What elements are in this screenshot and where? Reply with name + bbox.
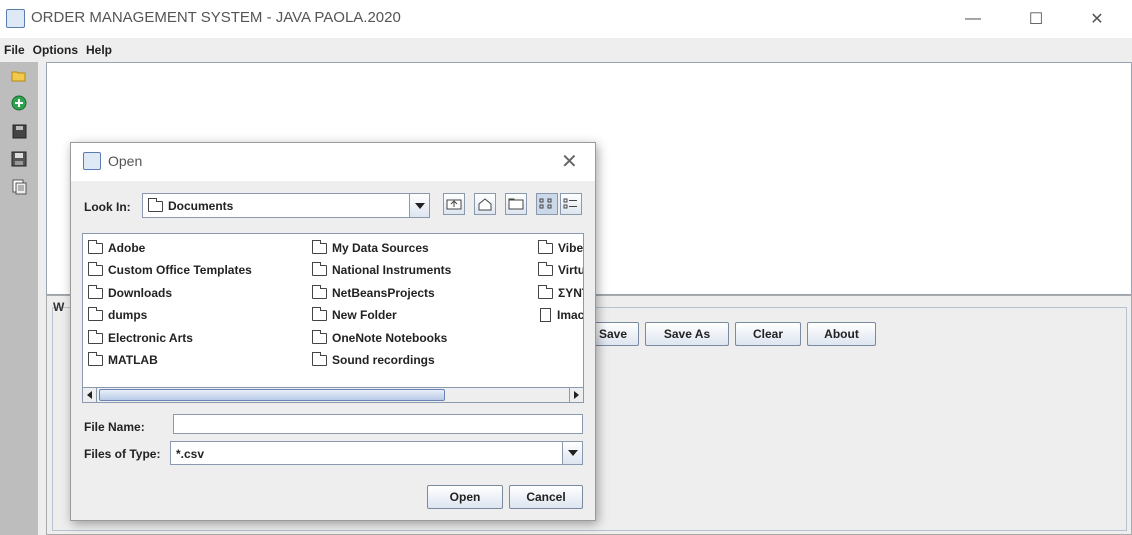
list-item[interactable]: Virtu — [538, 261, 583, 279]
folder-icon — [312, 239, 327, 254]
maximize-button[interactable]: ☐ — [1013, 0, 1059, 38]
new-folder-icon — [508, 198, 524, 210]
list-item[interactable]: Electronic Arts — [88, 329, 193, 347]
open-button[interactable]: Open — [427, 485, 503, 509]
open-folder-button[interactable] — [3, 64, 35, 86]
minimize-button[interactable]: — — [950, 0, 996, 38]
dialog-close-icon[interactable]: ✕ — [561, 149, 578, 174]
list-item[interactable]: Vibe — [538, 239, 583, 257]
vertical-toolbar — [0, 62, 38, 535]
look-in-value: Documents — [168, 199, 234, 213]
java-app-icon — [83, 152, 101, 170]
dialog-title: Open — [108, 153, 143, 169]
folder-icon — [312, 351, 327, 366]
scroll-right-button[interactable] — [569, 388, 583, 402]
details-view-button[interactable] — [560, 193, 582, 215]
add-button[interactable] — [3, 92, 35, 114]
up-folder-icon — [446, 199, 462, 210]
scrollbar-thumb[interactable] — [99, 389, 445, 401]
details-view-icon — [563, 198, 577, 209]
folder-icon — [88, 329, 103, 344]
save-as-button[interactable] — [3, 148, 35, 170]
folder-icon — [88, 239, 103, 254]
file-name-input[interactable] — [173, 414, 583, 434]
save-icon — [12, 124, 26, 138]
chevron-down-icon — [409, 194, 429, 217]
clear-button[interactable]: Clear — [735, 322, 801, 346]
home-button[interactable] — [474, 193, 496, 215]
files-of-type-value: *.csv — [176, 447, 205, 461]
file-icon — [540, 308, 551, 322]
menu-options[interactable]: Options — [29, 38, 82, 62]
open-folder-icon — [11, 71, 26, 81]
list-view-button[interactable] — [536, 193, 558, 215]
list-item[interactable]: Custom Office Templates — [88, 261, 252, 279]
open-file-dialog: Open ✕ Look In: Documents Adobe Custom O… — [70, 142, 596, 521]
folder-icon — [312, 306, 327, 321]
list-item[interactable]: ΣΥΝΤ — [538, 284, 583, 302]
list-item[interactable]: My Data Sources — [312, 239, 429, 257]
up-one-level-button[interactable] — [443, 193, 465, 215]
save-button[interactable] — [3, 120, 35, 142]
list-item[interactable]: OneNote Notebooks — [312, 329, 447, 347]
new-folder-button[interactable] — [505, 193, 527, 215]
horizontal-scrollbar[interactable] — [82, 387, 584, 403]
home-icon — [478, 198, 492, 211]
file-name-label: File Name: — [84, 420, 145, 434]
add-icon — [11, 95, 27, 111]
look-in-label: Look In: — [84, 200, 131, 214]
close-button[interactable]: ✕ — [1074, 0, 1120, 38]
menu-bar: File Options Help — [0, 38, 1132, 62]
save-as-icon — [11, 151, 27, 167]
folder-icon — [88, 261, 103, 276]
list-item[interactable]: MATLAB — [88, 351, 158, 369]
window-title-bar: ORDER MANAGEMENT SYSTEM - JAVA PAOLA.202… — [0, 0, 1132, 38]
folder-icon — [88, 351, 103, 366]
scroll-left-button[interactable] — [83, 388, 97, 402]
window-title: ORDER MANAGEMENT SYSTEM - JAVA PAOLA.202… — [31, 9, 401, 26]
files-of-type-label: Files of Type: — [84, 447, 161, 461]
about-button[interactable]: About — [807, 322, 876, 346]
document-button[interactable] — [3, 176, 35, 198]
file-list[interactable]: Adobe Custom Office Templates Downloads … — [82, 233, 584, 403]
look-in-combo[interactable]: Documents — [142, 193, 430, 218]
document-icon — [12, 179, 27, 195]
list-item[interactable]: Adobe — [88, 239, 145, 257]
folder-icon — [88, 306, 103, 321]
folder-icon — [538, 261, 553, 276]
folder-icon — [312, 329, 327, 344]
list-item[interactable]: Sound recordings — [312, 351, 435, 369]
files-of-type-combo[interactable]: *.csv — [170, 441, 583, 465]
list-item[interactable]: NetBeansProjects — [312, 284, 435, 302]
arrow-right-icon — [574, 391, 579, 399]
list-item[interactable]: New Folder — [312, 306, 397, 324]
save-as-button-panel[interactable]: Save As — [645, 322, 729, 346]
list-item[interactable]: Imac — [538, 306, 583, 324]
arrow-left-icon — [87, 391, 92, 399]
list-item[interactable]: National Instruments — [312, 261, 451, 279]
folder-icon — [312, 261, 327, 276]
menu-file[interactable]: File — [0, 38, 29, 62]
folder-icon — [312, 284, 327, 299]
list-view-icon — [539, 198, 552, 209]
list-item[interactable]: dumps — [88, 306, 147, 324]
panel-label-fragment: W — [53, 300, 65, 314]
cancel-button[interactable]: Cancel — [509, 485, 583, 509]
dialog-title-bar: Open ✕ — [71, 143, 595, 181]
chevron-down-icon — [562, 442, 582, 464]
folder-icon — [148, 197, 163, 212]
folder-icon — [538, 284, 553, 299]
list-item[interactable]: Downloads — [88, 284, 172, 302]
folder-icon — [538, 239, 553, 254]
java-app-icon — [6, 9, 25, 28]
folder-icon — [88, 284, 103, 299]
menu-help[interactable]: Help — [82, 38, 116, 62]
